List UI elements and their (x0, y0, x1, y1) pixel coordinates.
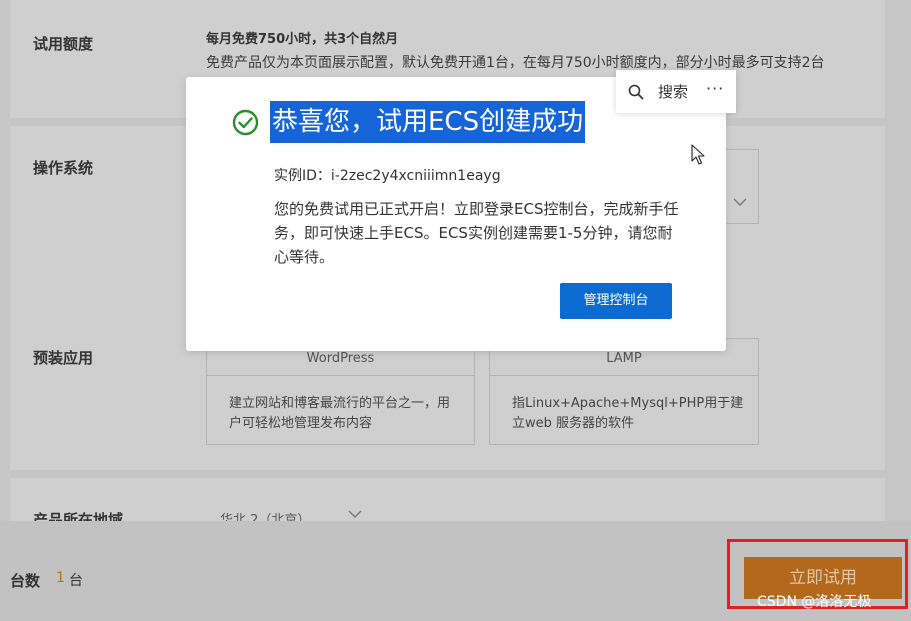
count-unit: 台 (69, 573, 83, 589)
divider (207, 375, 474, 376)
trial-quota-description: 免费产品仅为本页面展示配置，默认免费开通1台，在每月750小时额度内，部分小时最… (206, 55, 825, 71)
app-card-wordpress[interactable]: WordPress 建立网站和博客最流行的平台之一，用户可轻松地管理发布内容 (206, 338, 475, 445)
modal-body: 您的免费试用已正式开启！立即登录ECS控制台，完成新手任务，即可快速上手ECS。… (274, 200, 679, 266)
chevron-down-icon[interactable] (348, 508, 362, 522)
cursor-icon (691, 144, 707, 166)
check-circle-icon (232, 109, 259, 136)
search-icon[interactable] (628, 84, 644, 100)
app-description: 指Linux+Apache+Mysql+PHP用于建立web 服务器的软件 (512, 396, 744, 431)
instance-id: 实例ID：i-2zec2y4xcniiimn1eayg (274, 168, 501, 184)
chevron-down-icon[interactable] (733, 196, 747, 211)
trial-quota-label: 试用额度 (33, 35, 94, 53)
app-name: WordPress (306, 351, 375, 366)
app-description: 建立网站和博客最流行的平台之一，用户可轻松地管理发布内容 (229, 396, 451, 431)
watermark: CSDN @洛洛无极 (757, 594, 872, 610)
search-popup: 搜索 ··· (616, 70, 736, 113)
app-card-lamp[interactable]: LAMP 指Linux+Apache+Mysql+PHP用于建立web 服务器的… (489, 338, 759, 445)
trial-quota-title: 每月免费750小时，共3个自然月 (206, 32, 399, 47)
os-label: 操作系统 (33, 159, 94, 177)
divider (490, 375, 758, 376)
success-modal: 恭喜您，试用ECS创建成功 实例ID：i-2zec2y4xcniiimn1eay… (186, 77, 726, 351)
count-value[interactable]: 1 (56, 570, 65, 586)
modal-title: 恭喜您，试用ECS创建成功 (270, 101, 586, 143)
manage-console-button[interactable]: 管理控制台 (560, 283, 672, 319)
count-label: 台数 (10, 572, 41, 590)
search-button[interactable]: 搜索 (658, 81, 688, 102)
more-icon[interactable]: ··· (706, 79, 724, 98)
app-name: LAMP (606, 351, 642, 366)
preinstalled-apps-label: 预装应用 (33, 349, 94, 367)
